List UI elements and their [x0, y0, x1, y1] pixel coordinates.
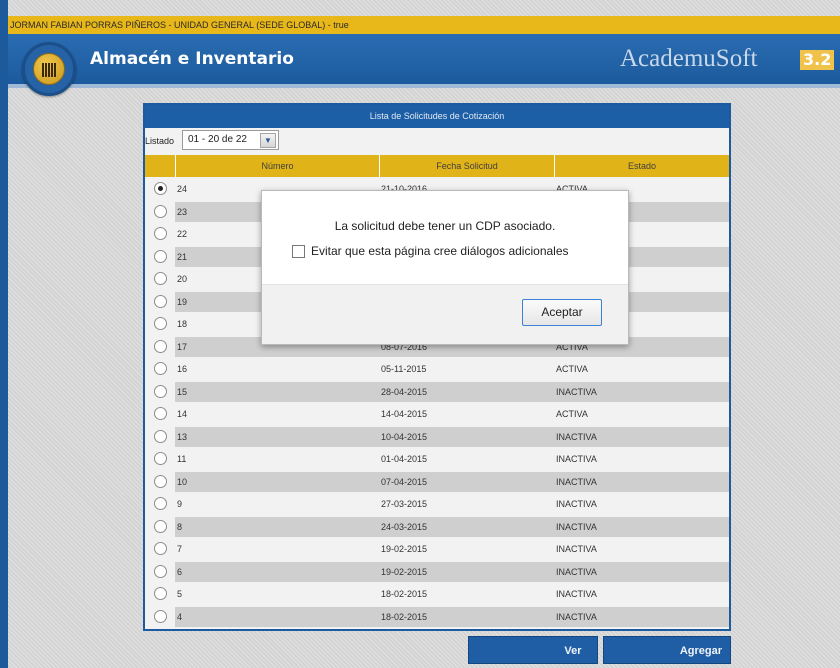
- brand-version: 3.2: [800, 50, 835, 70]
- row-radio[interactable]: [154, 519, 167, 533]
- cell-fecha: 18-02-2015: [379, 606, 554, 627]
- table-row[interactable]: 14 14-04-2015 ACTIVA: [145, 403, 729, 425]
- row-radio[interactable]: [154, 429, 167, 443]
- row-radio[interactable]: [154, 317, 167, 330]
- cell-numero: 16: [177, 364, 188, 374]
- cell-fecha: 14-04-2015: [381, 409, 428, 419]
- row-radio[interactable]: [154, 407, 167, 420]
- table-row[interactable]: 6 19-02-2015 INACTIVA: [145, 561, 729, 583]
- row-radio[interactable]: [154, 182, 167, 195]
- row-radio[interactable]: [154, 542, 167, 555]
- listado-value: 01 - 20 de 22: [188, 134, 247, 145]
- module-logo: [22, 42, 76, 96]
- listado-select[interactable]: 01 - 20 de 22 ▼: [182, 130, 279, 150]
- row-radio[interactable]: [154, 609, 167, 623]
- column-header-numero: Número: [175, 155, 379, 177]
- row-radio[interactable]: [154, 227, 167, 240]
- table-row[interactable]: 4 18-02-2015 INACTIVA: [145, 606, 729, 628]
- cell-numero: 10: [175, 471, 379, 492]
- cell-fecha: 07-04-2015: [379, 471, 554, 492]
- suppress-dialogs-checkbox[interactable]: [292, 245, 305, 258]
- table-row[interactable]: 16 05-11-2015 ACTIVA: [145, 358, 729, 380]
- cell-fecha: 01-04-2015: [381, 454, 428, 464]
- row-radio[interactable]: [154, 249, 167, 263]
- cell-estado: ACTIVA: [556, 409, 588, 419]
- accept-button[interactable]: Aceptar: [522, 299, 602, 326]
- cell-fecha: 28-04-2015: [379, 381, 554, 402]
- row-radio[interactable]: [154, 294, 167, 308]
- cell-estado: INACTIVA: [556, 544, 597, 554]
- cell-fecha: 18-02-2015: [381, 589, 428, 599]
- cell-numero: 14: [177, 409, 188, 419]
- row-radio[interactable]: [154, 362, 167, 375]
- cell-estado: INACTIVA: [554, 426, 729, 447]
- table-row[interactable]: 13 10-04-2015 INACTIVA: [145, 426, 729, 448]
- cell-numero: 4: [175, 606, 379, 627]
- app-window: JORMAN FABIAN PORRAS PIÑEROS - UNIDAD GE…: [0, 0, 840, 668]
- cell-fecha: 27-03-2015: [381, 499, 428, 509]
- ver-button[interactable]: Ver: [468, 636, 598, 664]
- agregar-button[interactable]: Agregar: [603, 636, 731, 664]
- table-row[interactable]: 7 19-02-2015 INACTIVA: [145, 538, 729, 560]
- table-row[interactable]: 5 18-02-2015 INACTIVA: [145, 583, 729, 605]
- cell-estado: INACTIVA: [554, 471, 729, 492]
- alert-dialog: La solicitud debe tener un CDP asociado.…: [261, 190, 629, 345]
- table-row[interactable]: 11 01-04-2015 INACTIVA: [145, 448, 729, 470]
- row-radio[interactable]: [154, 497, 167, 510]
- table-row[interactable]: 10 07-04-2015 INACTIVA: [145, 471, 729, 493]
- column-header-estado: Estado: [554, 155, 729, 177]
- cell-estado: INACTIVA: [556, 454, 597, 464]
- brand-name: AcademuSoft: [620, 45, 758, 72]
- user-info-bar: JORMAN FABIAN PORRAS PIÑEROS - UNIDAD GE…: [8, 16, 840, 34]
- cell-numero: 9: [177, 499, 183, 509]
- barcode-icon: [33, 53, 65, 85]
- cell-estado: INACTIVA: [556, 589, 597, 599]
- cell-numero: 7: [177, 544, 183, 554]
- row-radio[interactable]: [154, 272, 167, 285]
- table-row[interactable]: 9 27-03-2015 INACTIVA: [145, 493, 729, 515]
- cell-estado: INACTIVA: [554, 381, 729, 402]
- cell-fecha: 24-03-2015: [379, 516, 554, 537]
- cell-numero: 11: [177, 454, 187, 464]
- table-row[interactable]: 15 28-04-2015 INACTIVA: [145, 381, 729, 403]
- suppress-dialogs-label[interactable]: Evitar que esta página cree diálogos adi…: [311, 244, 569, 258]
- cell-estado: INACTIVA: [554, 561, 729, 582]
- cell-fecha: 10-04-2015: [379, 426, 554, 447]
- table-header: Número Fecha Solicitud Estado: [145, 155, 729, 177]
- row-radio[interactable]: [154, 587, 167, 600]
- cell-numero: 15: [175, 381, 379, 402]
- row-radio[interactable]: [154, 204, 167, 218]
- dialog-message: La solicitud debe tener un CDP asociado.: [334, 219, 556, 233]
- panel-title: Lista de Solicitudes de Cotización: [145, 105, 729, 128]
- header-divider: [8, 84, 840, 88]
- row-radio[interactable]: [154, 564, 167, 578]
- cell-fecha: 19-02-2015: [381, 544, 428, 554]
- cell-numero: 5: [177, 589, 183, 599]
- cell-fecha: 19-02-2015: [379, 561, 554, 582]
- barcode-bars: [42, 63, 57, 77]
- row-radio[interactable]: [154, 384, 167, 398]
- cell-numero: 8: [175, 516, 379, 537]
- cell-estado: INACTIVA: [554, 516, 729, 537]
- cell-estado: ACTIVA: [556, 364, 588, 374]
- row-radio[interactable]: [154, 339, 167, 353]
- cell-numero: 6: [175, 561, 379, 582]
- table-row[interactable]: 8 24-03-2015 INACTIVA: [145, 516, 729, 538]
- listado-label: Listado: [145, 136, 175, 146]
- cell-estado: INACTIVA: [554, 606, 729, 627]
- row-radio[interactable]: [154, 452, 167, 465]
- solicitudes-panel: Lista de Solicitudes de Cotización Lista…: [143, 103, 731, 631]
- cell-fecha: 05-11-2015: [381, 364, 427, 374]
- chevron-down-icon[interactable]: ▼: [260, 133, 276, 148]
- row-radio[interactable]: [154, 474, 167, 488]
- cell-estado: INACTIVA: [556, 499, 597, 509]
- app-title: Almacén e Inventario: [90, 49, 294, 69]
- column-header-fecha: Fecha Solicitud: [379, 155, 554, 177]
- cell-numero: 13: [175, 426, 379, 447]
